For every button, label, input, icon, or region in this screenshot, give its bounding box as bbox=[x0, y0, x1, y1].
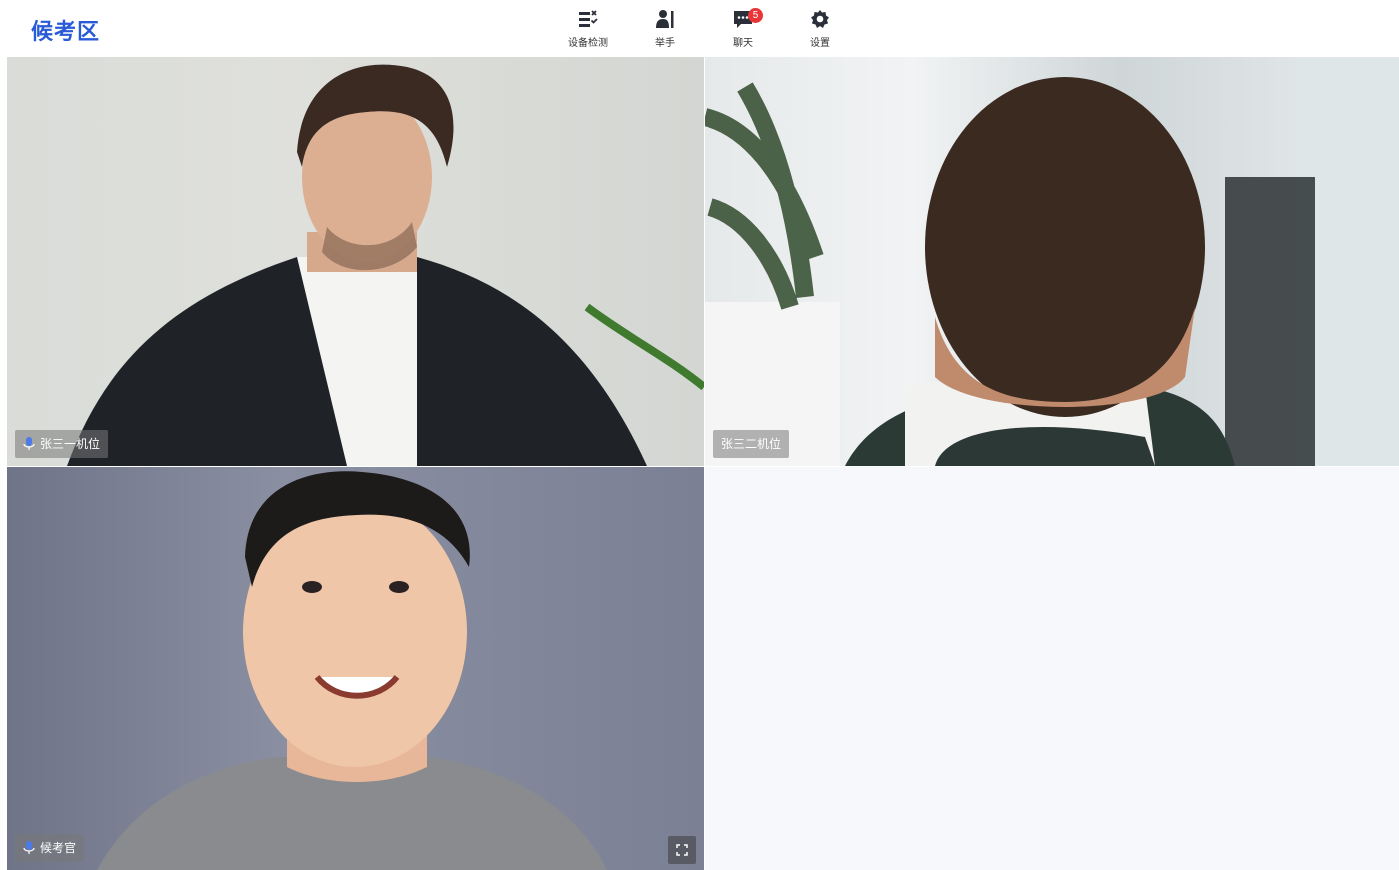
video-feed-3 bbox=[97, 471, 607, 870]
fullscreen-button[interactable] bbox=[668, 836, 696, 864]
microphone-icon bbox=[23, 841, 35, 854]
settings-button[interactable]: 设置 bbox=[790, 8, 850, 49]
chat-label: 聊天 bbox=[733, 38, 753, 49]
video-name-1: 张三一机位 bbox=[40, 437, 101, 451]
video-name-3: 候考官 bbox=[40, 841, 77, 855]
video-tile-2[interactable]: 张三二机位 bbox=[705, 57, 1399, 466]
gear-icon bbox=[811, 10, 829, 28]
microphone-icon bbox=[23, 437, 35, 450]
raise-hand-label: 举手 bbox=[655, 38, 675, 49]
video-feed-2 bbox=[705, 57, 1399, 466]
chat-button[interactable]: 5 聊天 bbox=[713, 8, 773, 49]
device-check-label: 设备检测 bbox=[568, 38, 608, 49]
top-bar: 候考区 设备检测 举手 5 聊天 设置 bbox=[0, 0, 1399, 57]
video-tile-empty bbox=[705, 467, 1399, 870]
settings-label: 设置 bbox=[810, 38, 830, 49]
chat-unread-badge: 5 bbox=[748, 8, 763, 23]
video-feed-1 bbox=[67, 64, 704, 466]
video-tile-1[interactable]: 张三一机位 bbox=[7, 57, 704, 466]
raise-hand-button[interactable]: 举手 bbox=[635, 8, 695, 49]
device-check-button[interactable]: 设备检测 bbox=[558, 8, 618, 49]
device-check-icon bbox=[579, 10, 598, 27]
video-name-tag-3: 候考官 bbox=[15, 834, 85, 862]
fullscreen-icon bbox=[676, 844, 688, 856]
video-name-tag-1: 张三一机位 bbox=[15, 430, 109, 458]
video-name-tag-2: 张三二机位 bbox=[713, 430, 790, 458]
video-tile-3[interactable]: 候考官 bbox=[7, 467, 704, 870]
page-title: 候考区 bbox=[31, 19, 101, 44]
video-name-2: 张三二机位 bbox=[721, 437, 782, 451]
raise-hand-icon bbox=[656, 10, 674, 28]
